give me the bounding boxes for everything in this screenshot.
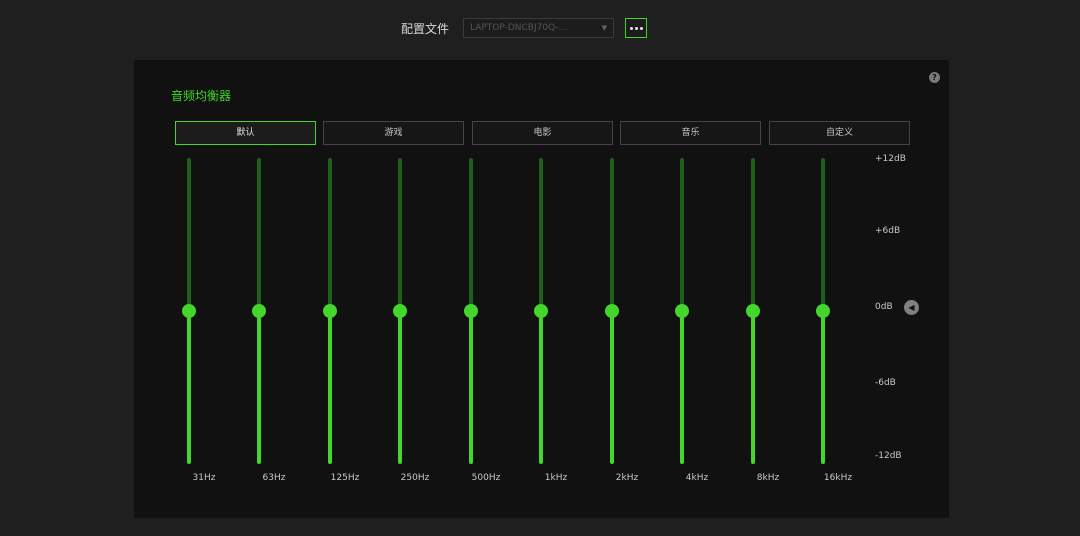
eq-slider-thumb[interactable]	[746, 304, 760, 318]
preset-button-game[interactable]: 游戏	[323, 121, 464, 145]
eq-slider-500hz[interactable]	[461, 158, 481, 464]
eq-track-lower	[751, 311, 755, 464]
preset-button-music[interactable]: 音乐	[620, 121, 761, 145]
profile-bar: 配置文件 LAPTOP-DNCBJ70Q-... ▼	[0, 14, 1080, 44]
preset-button-custom[interactable]: 自定义	[769, 121, 910, 145]
freq-label: 8kHz	[756, 473, 780, 483]
preset-button-default[interactable]: 默认	[175, 121, 316, 145]
freq-label: 1kHz	[544, 473, 568, 483]
eq-track-upper	[328, 158, 332, 311]
eq-slider-thumb[interactable]	[464, 304, 478, 318]
freq-label: 250Hz	[400, 473, 430, 483]
db-label-minus-12: -12dB	[875, 451, 902, 461]
eq-track-lower	[257, 311, 261, 464]
eq-track-lower	[398, 311, 402, 464]
eq-track-upper	[610, 158, 614, 311]
freq-label: 4kHz	[685, 473, 709, 483]
freq-label: 2kHz	[615, 473, 639, 483]
eq-slider-thumb[interactable]	[605, 304, 619, 318]
eq-slider-thumb[interactable]	[182, 304, 196, 318]
db-label-zero: 0dB	[875, 302, 893, 312]
eq-slider-8khz[interactable]	[743, 158, 763, 464]
freq-label: 500Hz	[471, 473, 501, 483]
eq-track-lower	[469, 311, 473, 464]
eq-slider-thumb[interactable]	[534, 304, 548, 318]
freq-label: 63Hz	[262, 473, 286, 483]
profile-select[interactable]: LAPTOP-DNCBJ70Q-... ▼	[463, 18, 614, 38]
freq-label: 31Hz	[192, 473, 216, 483]
db-label-minus-6: -6dB	[875, 378, 896, 388]
eq-slider-thumb[interactable]	[393, 304, 407, 318]
eq-slider-thumb[interactable]	[675, 304, 689, 318]
eq-track-upper	[469, 158, 473, 311]
eq-slider-1khz[interactable]	[531, 158, 551, 464]
equalizer-panel: ? 音频均衡器 默认 游戏 电影 音乐 自定义 31Hz 63Hz 125Hz 250…	[134, 60, 949, 518]
help-icon[interactable]: ?	[929, 72, 940, 83]
eq-slider-2khz[interactable]	[602, 158, 622, 464]
eq-slider-125hz[interactable]	[320, 158, 340, 464]
eq-slider-63hz[interactable]	[249, 158, 269, 464]
eq-slider-thumb[interactable]	[816, 304, 830, 318]
db-label-plus-12: +12dB	[875, 154, 906, 164]
eq-track-upper	[187, 158, 191, 311]
eq-track-lower	[328, 311, 332, 464]
profile-select-value: LAPTOP-DNCBJ70Q-...	[470, 23, 568, 33]
eq-slider-thumb[interactable]	[323, 304, 337, 318]
eq-track-upper	[398, 158, 402, 311]
profile-label: 配置文件	[401, 22, 450, 36]
eq-track-upper	[539, 158, 543, 311]
eq-track-upper	[680, 158, 684, 311]
eq-slider-16khz[interactable]	[813, 158, 833, 464]
eq-track-lower	[821, 311, 825, 464]
profile-more-button[interactable]	[625, 18, 647, 38]
freq-label: 125Hz	[330, 473, 360, 483]
eq-track-upper	[257, 158, 261, 311]
freq-label: 16kHz	[823, 473, 853, 483]
eq-slider-31hz[interactable]	[179, 158, 199, 464]
eq-track-lower	[680, 311, 684, 464]
eq-track-upper	[821, 158, 825, 311]
more-horizontal-icon	[629, 26, 633, 30]
eq-slider-thumb[interactable]	[252, 304, 266, 318]
eq-track-lower	[539, 311, 543, 464]
eq-track-lower	[187, 311, 191, 464]
panel-title: 音频均衡器	[171, 89, 232, 103]
preset-button-movie[interactable]: 电影	[472, 121, 613, 145]
reset-icon[interactable]: ◀	[904, 300, 919, 315]
eq-track-upper	[751, 158, 755, 311]
db-label-plus-6: +6dB	[875, 226, 901, 236]
eq-slider-4khz[interactable]	[672, 158, 692, 464]
eq-slider-250hz[interactable]	[390, 158, 410, 464]
chevron-down-icon: ▼	[601, 24, 607, 32]
eq-track-lower	[610, 311, 614, 464]
